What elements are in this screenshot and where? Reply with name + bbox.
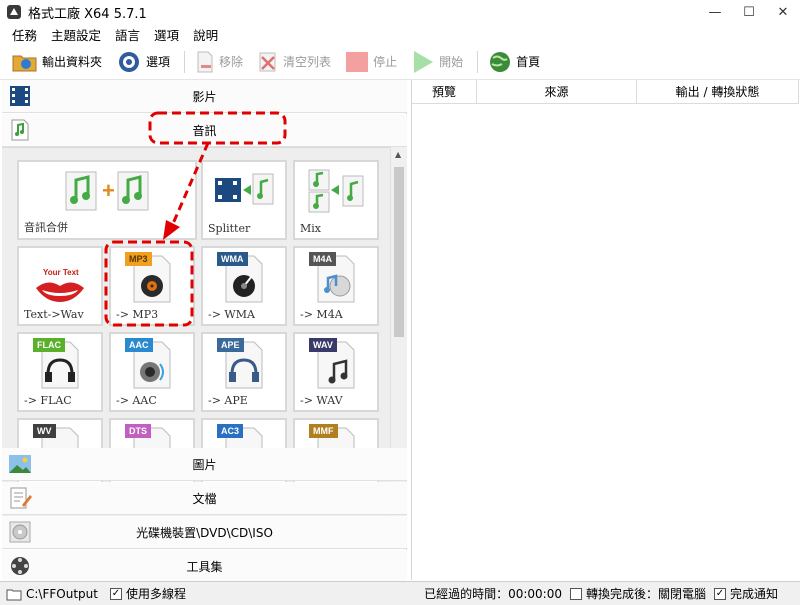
column-preview[interactable]: 預覽 — [412, 80, 477, 104]
film-reel-icon — [11, 557, 29, 575]
menu-help[interactable]: 說明 — [193, 25, 218, 44]
menu-skin[interactable]: 主題設定 — [51, 25, 101, 44]
menu-task[interactable]: 任務 — [12, 25, 37, 44]
menu-language[interactable]: 語言 — [115, 25, 140, 44]
stop-icon — [346, 51, 369, 72]
column-output-status[interactable]: 輸出 / 轉換狀態 — [637, 80, 799, 104]
status-bar: C:\FFOutput ✓ 使用多線程 已經過的時間：00:00:00 轉換完成… — [0, 581, 800, 605]
multithread-label: 使用多線程 — [125, 587, 186, 601]
gear-icon — [119, 51, 140, 72]
globe-icon — [490, 51, 511, 72]
start-button[interactable]: 開始 — [411, 50, 463, 74]
wav-badge: WAV — [309, 338, 337, 352]
splitter-icon — [215, 173, 274, 205]
category-picture[interactable]: 圖片 — [2, 448, 407, 481]
tile-to-wav[interactable]: WAV -> WAV — [293, 332, 379, 412]
multithread-checkbox[interactable]: ✓ — [109, 587, 122, 600]
after-convert-label[interactable]: 轉換完成後：關閉電腦 — [586, 585, 706, 602]
folder-icon — [6, 589, 22, 600]
ape-badge: APE — [217, 338, 244, 352]
scroll-thumb[interactable] — [394, 167, 404, 337]
menu-bar: 任務 主題設定 語言 選項 說明 — [0, 24, 800, 44]
output-path[interactable]: C:\FFOutput — [26, 587, 98, 601]
tile-audio-joiner[interactable]: + 音訊合併 — [17, 160, 197, 240]
elapsed-time: 已經過的時間：00:00:00 — [424, 587, 562, 601]
disc-icon — [9, 521, 31, 543]
wv-badge: WV — [33, 424, 56, 438]
lips-icon — [36, 282, 84, 302]
category-video[interactable]: 影片 — [2, 80, 407, 113]
category-document[interactable]: 文檔 — [2, 482, 407, 515]
task-list-panel[interactable]: 預覽 來源 輸出 / 轉換狀態 — [411, 80, 799, 580]
remove-file-icon — [197, 51, 213, 72]
toolbar-separator — [477, 50, 479, 73]
mp3-badge: MP3 — [125, 252, 152, 266]
mmf-badge: MMF — [309, 424, 338, 438]
category-audio[interactable]: 音訊 — [2, 114, 407, 147]
clear-list-button[interactable]: 清空列表 — [257, 51, 331, 73]
tile-to-mp3[interactable]: MP3 -> MP3 — [109, 246, 195, 326]
close-button[interactable]: ✕ — [766, 0, 800, 24]
stop-button[interactable]: 停止 — [345, 51, 397, 73]
ac3-badge: AC3 — [217, 424, 244, 438]
notify-checkbox[interactable]: ✓ — [713, 587, 726, 600]
film-icon — [10, 86, 30, 106]
document-icon — [10, 487, 32, 509]
home-button[interactable]: 首頁 — [488, 50, 540, 74]
category-tools[interactable]: 工具集 — [2, 550, 407, 583]
toolbar-separator — [184, 50, 186, 73]
aac-badge: AAC — [125, 338, 153, 352]
window-title: 格式工廠 X64 5.7.1 — [28, 6, 147, 22]
app-logo-icon — [7, 5, 21, 19]
folder-icon — [12, 55, 37, 71]
scroll-up-arrow-icon[interactable]: ▲ — [395, 150, 401, 159]
after-convert-checkbox[interactable] — [569, 587, 582, 600]
svg-text:+: + — [102, 178, 115, 203]
menu-options[interactable]: 選項 — [154, 25, 179, 44]
mix-icon — [308, 169, 364, 213]
output-folder-button[interactable]: 輸出資料夾 — [12, 51, 102, 73]
maximize-button[interactable]: ☐ — [732, 0, 766, 24]
play-icon — [414, 50, 434, 73]
dts-badge: DTS — [125, 424, 151, 438]
tile-to-m4a[interactable]: M4A -> M4A — [293, 246, 379, 326]
title-bar: 格式工廠 X64 5.7.1 — ☐ ✕ — [0, 0, 800, 24]
flac-badge: FLAC — [33, 338, 65, 352]
picture-icon — [9, 455, 31, 473]
tile-text-to-wav[interactable]: Your Text Text->Wav — [17, 246, 103, 326]
music-note-icon — [11, 119, 29, 141]
m4a-badge: M4A — [309, 252, 337, 266]
tile-mix[interactable]: Mix — [293, 160, 379, 240]
minimize-button[interactable]: — — [698, 0, 732, 24]
toolbar: 輸出資料夾 選項 移除 清空列表 停止 開始 首頁 — [0, 44, 800, 80]
category-panel: 影片 音訊 + 音訊合併 Splitter Mix Your Text Text… — [2, 80, 407, 583]
audio-join-icon: + — [65, 171, 149, 211]
notify-label: 完成通知 — [729, 587, 778, 601]
wma-badge: WMA — [217, 252, 248, 266]
tile-splitter[interactable]: Splitter — [201, 160, 287, 240]
remove-button[interactable]: 移除 — [195, 51, 243, 73]
tile-to-aac[interactable]: AAC -> AAC — [109, 332, 195, 412]
category-rom-device[interactable]: 光碟機裝置\DVD\CD\ISO — [2, 516, 407, 549]
tile-to-ape[interactable]: APE -> APE — [201, 332, 287, 412]
clear-list-icon — [259, 52, 276, 71]
tile-to-wma[interactable]: WMA -> WMA — [201, 246, 287, 326]
options-button[interactable]: 選項 — [116, 50, 170, 74]
column-source[interactable]: 來源 — [477, 80, 637, 104]
tile-to-flac[interactable]: FLAC -> FLAC — [17, 332, 103, 412]
